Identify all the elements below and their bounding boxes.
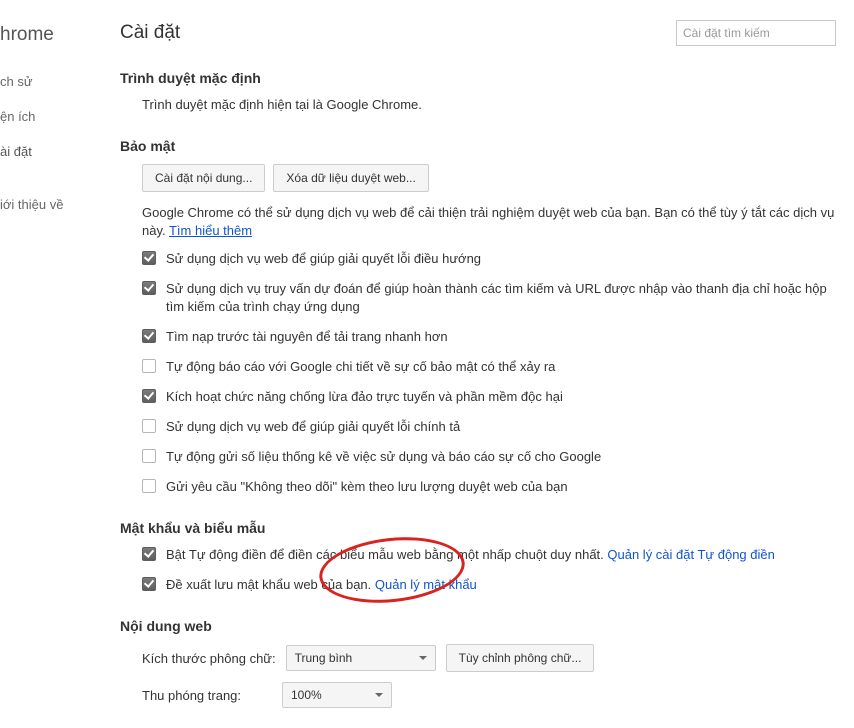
security-label-5: Sử dụng dịch vụ web để giúp giải quyết l…: [166, 418, 460, 436]
sidebar-item-extensions[interactable]: ện ích: [0, 109, 100, 124]
sidebar-item-history[interactable]: ch sử: [0, 74, 100, 89]
clear-browsing-data-button[interactable]: Xóa dữ liệu duyệt web...: [273, 164, 428, 192]
security-checkbox-6[interactable]: [142, 449, 156, 463]
security-checkbox-5[interactable]: [142, 419, 156, 433]
security-checkbox-4[interactable]: [142, 389, 156, 403]
security-label-3: Tự động báo cáo với Google chi tiết về s…: [166, 358, 555, 376]
manage-autofill-link[interactable]: Quản lý cài đặt Tự động điền: [607, 547, 774, 562]
main: Cài đặt Trình duyệt mặc định Trình duyệt…: [100, 0, 854, 728]
security-item-0: Sử dụng dịch vụ web để giúp giải quyết l…: [142, 250, 836, 268]
security-checkbox-2[interactable]: [142, 329, 156, 343]
security-item-6: Tự động gửi số liệu thống kê về việc sử …: [142, 448, 836, 466]
security-label-7: Gửi yêu cầu "Không theo dõi" kèm theo lư…: [166, 478, 568, 496]
security-checkbox-0[interactable]: [142, 251, 156, 265]
security-item-1: Sử dụng dịch vụ truy vấn dự đoán để giúp…: [142, 280, 836, 316]
security-label-0: Sử dụng dịch vụ web để giúp giải quyết l…: [166, 250, 481, 268]
section-security: Bảo mật Cài đặt nội dung... Xóa dữ liệu …: [120, 138, 836, 496]
security-label-1: Sử dụng dịch vụ truy vấn dự đoán để giúp…: [166, 280, 836, 316]
content-settings-button[interactable]: Cài đặt nội dung...: [142, 164, 265, 192]
customize-fonts-button[interactable]: Tùy chỉnh phông chữ...: [446, 644, 595, 672]
security-label-4: Kích hoạt chức năng chống lừa đảo trực t…: [166, 388, 563, 406]
search-input[interactable]: [676, 20, 836, 46]
heading-security: Bảo mật: [120, 138, 836, 154]
heading-passwords: Mật khẩu và biểu mẫu: [120, 520, 836, 536]
page-zoom-row: Thu phóng trang: 100%: [142, 682, 836, 708]
font-size-select[interactable]: Trung bình: [286, 645, 436, 671]
page-zoom-select[interactable]: 100%: [282, 682, 392, 708]
security-checkbox-7[interactable]: [142, 479, 156, 493]
security-item-4: Kích hoạt chức năng chống lừa đảo trực t…: [142, 388, 836, 406]
page-title: Cài đặt: [120, 22, 180, 44]
header: Cài đặt: [120, 20, 836, 46]
page-zoom-label: Thu phóng trang:: [142, 688, 272, 703]
security-label-6: Tự động gửi số liệu thống kê về việc sử …: [166, 448, 601, 466]
offer-passwords-label-wrap: Đề xuất lưu mật khẩu web của bạn. Quản l…: [166, 576, 477, 594]
security-item-2: Tìm nạp trước tài nguyên để tải trang nh…: [142, 328, 836, 346]
security-item-3: Tự động báo cáo với Google chi tiết về s…: [142, 358, 836, 376]
section-default-browser: Trình duyệt mặc định Trình duyệt mặc địn…: [120, 70, 836, 114]
security-label-2: Tìm nạp trước tài nguyên để tải trang nh…: [166, 328, 448, 346]
security-item-7: Gửi yêu cầu "Không theo dõi" kèm theo lư…: [142, 478, 836, 496]
sidebar-item-about[interactable]: iới thiệu về: [0, 197, 100, 212]
security-item-5: Sử dụng dịch vụ web để giúp giải quyết l…: [142, 418, 836, 436]
offer-passwords-label: Đề xuất lưu mật khẩu web của bạn.: [166, 577, 375, 592]
autofill-label-wrap: Bật Tự động điền để điền các biểu mẫu we…: [166, 546, 775, 564]
section-passwords: Mật khẩu và biểu mẫu Bật Tự động điền để…: [120, 520, 836, 594]
autofill-checkbox-row: Bật Tự động điền để điền các biểu mẫu we…: [142, 546, 836, 564]
autofill-checkbox[interactable]: [142, 547, 156, 561]
sidebar: hrome ch sử ện ích ài đặt iới thiệu về: [0, 0, 100, 232]
security-checkbox-3[interactable]: [142, 359, 156, 373]
autofill-label: Bật Tự động điền để điền các biểu mẫu we…: [166, 547, 607, 562]
brand: hrome: [0, 24, 100, 46]
font-size-label: Kích thước phông chữ:: [142, 651, 276, 666]
manage-passwords-link[interactable]: Quản lý mật khẩu: [375, 577, 477, 592]
default-browser-desc: Trình duyệt mặc định hiện tại là Google …: [142, 96, 836, 114]
offer-passwords-row: Đề xuất lưu mật khẩu web của bạn. Quản l…: [142, 576, 836, 594]
learn-more-link[interactable]: Tìm hiểu thêm: [169, 223, 252, 238]
section-webcontent: Nội dung web Kích thước phông chữ: Trung…: [120, 618, 836, 708]
security-checklist: Sử dụng dịch vụ web để giúp giải quyết l…: [142, 250, 836, 496]
heading-default-browser: Trình duyệt mặc định: [120, 70, 836, 86]
security-desc: Google Chrome có thể sử dụng dịch vụ web…: [142, 204, 836, 240]
security-checkbox-1[interactable]: [142, 281, 156, 295]
heading-webcontent: Nội dung web: [120, 618, 836, 634]
sidebar-item-settings[interactable]: ài đặt: [0, 144, 100, 159]
offer-passwords-checkbox[interactable]: [142, 577, 156, 591]
font-size-row: Kích thước phông chữ: Trung bình Tùy chỉ…: [142, 644, 836, 672]
